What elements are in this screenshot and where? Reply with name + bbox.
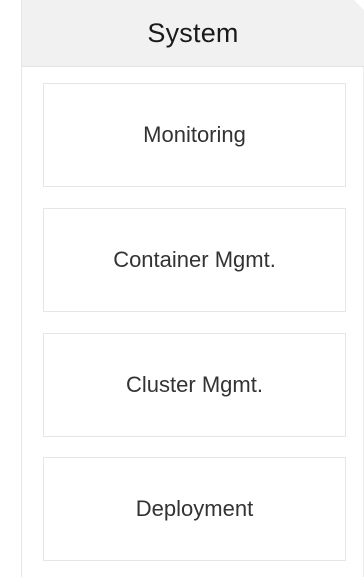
menu-item-label: Cluster Mgmt. <box>126 372 263 397</box>
menu-item-cluster-mgmt[interactable]: Cluster Mgmt. <box>43 333 346 437</box>
page: System Monitoring Container Mgmt. Cluste… <box>0 0 364 577</box>
menu-item-label: Monitoring <box>143 122 246 147</box>
system-panel: System Monitoring Container Mgmt. Cluste… <box>21 0 364 577</box>
menu-item-label: Container Mgmt. <box>113 247 276 272</box>
panel-header: System <box>22 0 364 67</box>
menu-item-deployment[interactable]: Deployment <box>43 457 346 561</box>
menu-item-monitoring[interactable]: Monitoring <box>43 83 346 187</box>
panel-title: System <box>147 17 239 48</box>
menu-item-label: Deployment <box>135 496 254 521</box>
menu-item-container-mgmt[interactable]: Container Mgmt. <box>43 208 346 312</box>
corner-fold <box>354 0 364 10</box>
